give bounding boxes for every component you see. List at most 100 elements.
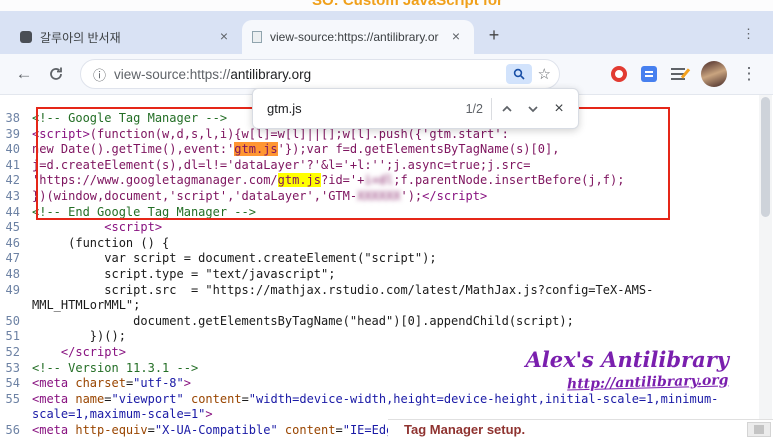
line-number: 45: [5, 220, 20, 235]
scrollbar-thumb[interactable]: [761, 97, 770, 217]
line-number: 40: [5, 142, 20, 157]
code-text: scale=1,maximum-scale=1">: [32, 407, 213, 422]
line-number: 54: [5, 376, 20, 391]
bookmark-star-icon[interactable]: ☆: [538, 65, 551, 83]
line-number: 41: [5, 157, 20, 172]
screen: SO: Custom JavaScript for 갈루아의 반서재 × vie…: [0, 0, 773, 439]
code-text: <!-- End Google Tag Manager -->: [32, 204, 256, 219]
source-line: 55 <meta name="viewport" content="width=d…: [0, 392, 773, 408]
source-line: 43 })(window,document,'script','dataLayer…: [0, 189, 773, 205]
code-text: j=d.createElement(s),dl=l!='dataLayer'?'…: [32, 157, 531, 172]
code-text: script.src = "https://mathjax.rstudio.co…: [32, 282, 654, 297]
source-line: 46 (function () {: [0, 236, 773, 252]
line-number: [0, 298, 32, 314]
find-previous-icon[interactable]: [494, 96, 520, 122]
watermark: Alex's Antilibrary http://antilibrary.or…: [525, 347, 730, 393]
code-text: var script = document.createElement("scr…: [32, 251, 437, 266]
code-text: script.type = "text/javascript";: [32, 266, 336, 281]
find-divider: [491, 97, 492, 120]
url-text: view-source:https://antilibrary.org: [114, 67, 506, 82]
url-scheme: view-source:https://: [114, 66, 231, 82]
profile-avatar[interactable]: [701, 61, 727, 87]
source-line: 42 'https://www.googletagmanager.com/gtm.…: [0, 173, 773, 189]
code-text: <!-- Google Tag Manager -->: [32, 111, 228, 125]
content-scrollbar[interactable]: [759, 95, 772, 419]
line-number: 42: [5, 173, 20, 188]
extension-icon-notes-pencil[interactable]: [671, 68, 685, 80]
reload-icon: [50, 67, 62, 80]
view-source-favicon-icon: [252, 31, 262, 43]
source-line: 50 document.getElementsByTagName("head")…: [0, 314, 773, 330]
code-text: })();: [32, 329, 126, 344]
source-line: 47 var script = document.createElement("…: [0, 251, 773, 267]
background-window-heading: SO: Custom JavaScript for: [312, 0, 503, 9]
blog-favicon-icon: [20, 31, 32, 43]
tab-strip-menu-icon[interactable]: ⋮: [742, 26, 755, 42]
tab-blog[interactable]: 갈루아의 반서재 ×: [10, 20, 242, 54]
code-text: <meta name="viewport" content="width=dev…: [32, 391, 719, 406]
watermark-url: http://antilibrary.org: [567, 372, 730, 393]
source-line: 45 <script>: [0, 220, 773, 236]
code-text: 'https://www.googletagmanager.com/gtm.js…: [32, 173, 625, 188]
url-host: antilibrary.org: [230, 66, 312, 82]
tab-title: view-source:https://antilibrary.or: [270, 30, 439, 44]
line-number: 47: [5, 251, 20, 266]
magnifier-icon: [513, 68, 525, 80]
source-line: MML_HTMLorMML";: [0, 298, 773, 314]
line-number: 55: [5, 391, 20, 406]
reload-button[interactable]: [42, 60, 70, 88]
tab-close-icon[interactable]: ×: [448, 29, 464, 45]
code-text: </script>: [60, 344, 126, 359]
find-close-icon[interactable]: ×: [546, 96, 572, 122]
tab-title: 갈루아의 반서재: [40, 30, 121, 45]
address-bar[interactable]: ⓘ view-source:https://antilibrary.org ☆: [80, 59, 560, 89]
line-number: 48: [5, 266, 20, 281]
find-match-count: 1/2: [465, 101, 483, 116]
source-line: 40 new Date().getTime(),event:'gtm.js'});…: [0, 142, 773, 158]
background-scrollbar-corner: [747, 422, 771, 437]
code-text: <meta http-equiv="X-UA-Compatible" conte…: [32, 422, 415, 437]
line-number: 38: [5, 111, 20, 125]
line-number: 50: [5, 313, 20, 328]
code-text: <meta charset="utf-8">: [32, 376, 191, 391]
background-window-text: Tag Manager setup.: [404, 422, 526, 437]
line-number: 56: [5, 422, 20, 437]
line-number: 52: [5, 344, 20, 359]
code-text: <!-- Version 11.3.1 -->: [32, 360, 199, 375]
line-number: 49: [5, 282, 20, 297]
tab-view-source[interactable]: view-source:https://antilibrary.or ×: [242, 20, 474, 54]
line-number: [0, 407, 32, 423]
extension-icon-blue[interactable]: [641, 66, 657, 82]
line-number: 51: [5, 329, 20, 344]
source-line: 44 <!-- End Google Tag Manager -->: [0, 205, 773, 221]
tab-close-icon[interactable]: ×: [216, 29, 232, 45]
code-text: document.getElementsByTagName("head")[0]…: [32, 313, 574, 328]
line-number: 39: [5, 126, 20, 141]
source-line: 41 j=d.createElement(s),dl=l!='dataLayer'…: [0, 158, 773, 174]
find-next-icon[interactable]: [520, 96, 546, 122]
code-text: <script>: [104, 220, 163, 235]
find-bar: gtm.js 1/2 ×: [252, 88, 579, 129]
new-tab-button[interactable]: +: [480, 22, 508, 50]
page-info-icon[interactable]: ⓘ: [93, 65, 106, 84]
find-input[interactable]: gtm.js: [267, 101, 458, 116]
extension-icon-red-ring[interactable]: [611, 66, 627, 82]
source-line: 48 script.type = "text/javascript";: [0, 267, 773, 283]
browser-menu-icon[interactable]: ⋮: [735, 60, 763, 88]
watermark-title: Alex's Antilibrary: [525, 347, 729, 372]
line-number: 46: [5, 235, 20, 250]
tab-strip: 갈루아의 반서재 × view-source:https://antilibra…: [0, 11, 773, 54]
source-line: 51 })();: [0, 329, 773, 345]
line-number: 53: [5, 360, 20, 375]
find-in-page-indicator-icon[interactable]: [505, 64, 532, 84]
line-number: 44: [5, 204, 20, 219]
back-button[interactable]: ←: [10, 60, 38, 88]
background-window-bottom: Tag Manager setup.: [388, 419, 773, 439]
line-number: 43: [5, 188, 20, 203]
code-text: (function () {: [32, 235, 170, 250]
background-window-top-edge: SO: Custom JavaScript for: [0, 0, 773, 11]
source-line: 49 script.src = "https://mathjax.rstudio…: [0, 283, 773, 299]
code-text: new Date().getTime(),event:'gtm.js'});va…: [32, 142, 560, 157]
code-text: MML_HTMLorMML";: [32, 298, 141, 313]
code-text: })(window,document,'script','dataLayer',…: [32, 188, 488, 203]
